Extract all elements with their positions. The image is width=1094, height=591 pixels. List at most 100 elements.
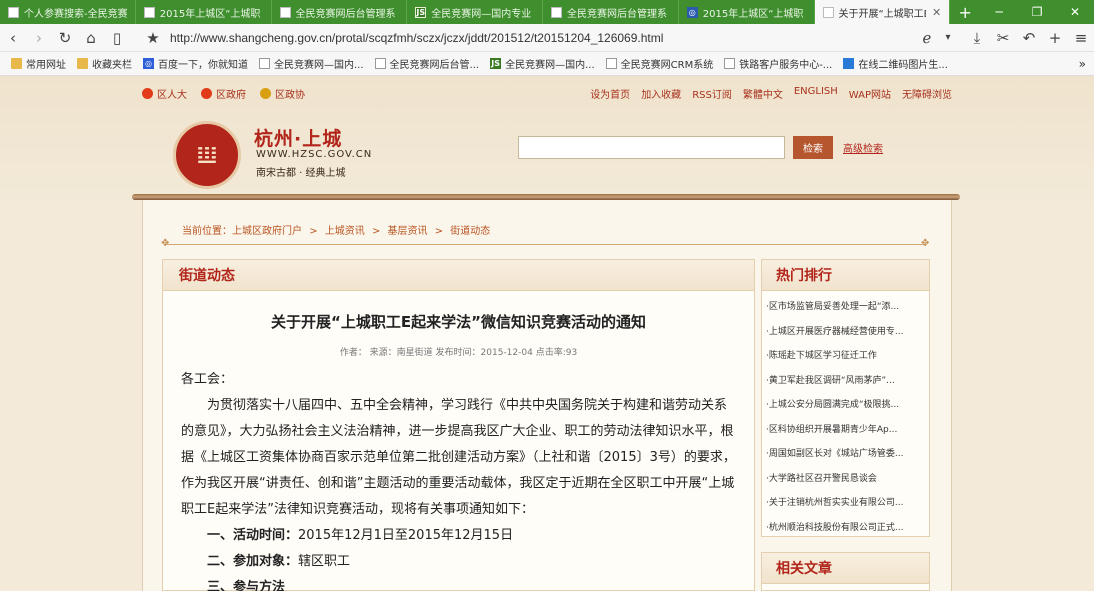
site-name: 杭州·上城: [254, 128, 343, 150]
breadcrumb: 当前位置：上城区政府门户 > 上城资讯 > 基层资讯 > 街道动态: [182, 222, 494, 237]
forward-icon[interactable]: ›: [26, 25, 52, 51]
link-district-cppcc[interactable]: 区政协: [260, 86, 305, 101]
page-icon: [724, 58, 736, 69]
browser-tab[interactable]: 个人参赛搜索-全民竞赛: [0, 0, 136, 24]
article-title: 关于开展“上城职工E起来学法”微信知识竞赛活动的通知: [271, 313, 646, 331]
hot-item[interactable]: ·大学路社区召开警民恳谈会: [766, 467, 929, 492]
link-district-congress[interactable]: 区人大: [142, 86, 187, 101]
list-item: 二、参加对象：辖区职工: [207, 554, 351, 569]
baidu-icon: ◎: [143, 58, 154, 69]
traditional-chinese-link[interactable]: 繁體中文: [743, 86, 783, 101]
tab-bar: 个人参赛搜索-全民竞赛 2015年上城区“上城职 全民竞赛网后台管理系 JS 全民…: [0, 0, 1094, 24]
address-bar[interactable]: http://www.shangcheng.gov.cn/protal/scqz…: [170, 31, 914, 45]
breadcrumb-home[interactable]: 当前位置：上城区政府门户: [182, 226, 302, 237]
set-homepage-link[interactable]: 设为首页: [590, 86, 630, 101]
more-bookmarks-icon[interactable]: »: [1079, 57, 1086, 71]
bookmark-item[interactable]: ◎ 百度一下，你就知道: [143, 56, 248, 71]
js-favicon-icon: JS: [490, 58, 502, 69]
emblem-icon: [142, 88, 153, 99]
browser-tab[interactable]: ◎ 2015年上城区“上城职: [679, 0, 815, 24]
hot-item[interactable]: ·陈瑶赴下城区学习征迁工作: [766, 344, 929, 369]
bookmarks-bar: 常用网址 收藏夹栏 ◎ 百度一下，你就知道 全民竞赛网—国内... 全民竞赛网后台…: [0, 52, 1094, 76]
bookmark-item[interactable]: 在线二维码图片生...: [843, 56, 948, 71]
article-body: 各工会： 为贯彻落实十八届四中、五中全会精神，学习践行《中共中央国务院关于构建和…: [163, 367, 754, 591]
bookmark-item[interactable]: 铁路客户服务中心-...: [724, 56, 832, 71]
breadcrumb-grassroots[interactable]: 基层资讯: [388, 226, 428, 237]
hot-item[interactable]: ·区市场监管局妥善处理一起“添...: [766, 295, 929, 320]
web-page: 区人大 区政府 区政协 设为首页 加入收藏 RSS订阅 繁體中文 ENGLISH…: [0, 76, 1094, 591]
home-icon[interactable]: ⌂: [78, 25, 104, 51]
hot-item[interactable]: ·黄卫军赴我区调研“风雨茅庐”...: [766, 369, 929, 394]
accessibility-link[interactable]: 无障碍浏览: [902, 86, 952, 101]
search-input[interactable]: [518, 136, 785, 159]
gov-favicon-icon: ◎: [686, 6, 698, 18]
hot-item[interactable]: ·上城区开展医疗器械经营使用专...: [766, 320, 929, 345]
article-meta: 作者： 来源：南星街道 发布时间：2015-12-04 点击率:93: [339, 348, 578, 358]
close-window-icon[interactable]: ✕: [1056, 0, 1094, 24]
browser-tab[interactable]: 全民竞赛网后台管理系: [543, 0, 679, 24]
site-url: WWW.HZSC.GOV.CN: [256, 149, 373, 160]
page-icon: [8, 6, 19, 18]
related-articles-title: 相关文章: [762, 553, 929, 584]
compat-icon[interactable]: ℯ: [914, 25, 940, 51]
close-tab-icon[interactable]: ✕: [932, 6, 941, 19]
add-favorite-link[interactable]: 加入收藏: [641, 86, 681, 101]
bookmark-item[interactable]: 全民竞赛网CRM系统: [605, 56, 713, 71]
breadcrumb-separator: >: [309, 226, 318, 237]
ornament-icon: ✥: [921, 238, 930, 249]
reading-view-icon[interactable]: ▯: [104, 25, 130, 51]
page-icon: [259, 58, 270, 69]
download-icon[interactable]: ⤓: [964, 25, 990, 51]
hot-item[interactable]: ·上城公安分局圆满完成“极限挑...: [766, 393, 929, 418]
list-item: 一、活动时间：2015年12月1日至2015年12月15日: [207, 528, 514, 543]
site-slogan: 南宋古都 · 经典上城: [256, 168, 346, 179]
link-district-government[interactable]: 区政府: [201, 86, 246, 101]
site-logo[interactable]: 𝍔: [173, 121, 241, 189]
minimize-icon[interactable]: ─: [980, 0, 1018, 24]
hot-item[interactable]: ·杭州顺治科技股份有限公司正式...: [766, 516, 929, 541]
cut-icon[interactable]: ✂: [990, 25, 1016, 51]
page-icon: [551, 6, 562, 18]
bookmark-item[interactable]: JS 全民竞赛网—国内...: [490, 56, 595, 71]
bookmark-item[interactable]: 全民竞赛网后台管...: [374, 56, 479, 71]
search-button[interactable]: 检索: [793, 136, 833, 159]
english-link[interactable]: ENGLISH: [794, 86, 838, 101]
new-tab-button[interactable]: +: [950, 0, 980, 24]
add-icon[interactable]: +: [1042, 25, 1068, 51]
advanced-search-link[interactable]: 高级检索: [843, 140, 883, 155]
favorite-star-icon[interactable]: ★: [140, 25, 166, 51]
hot-item[interactable]: ·关于注销杭州哲实实业有限公司...: [766, 491, 929, 516]
refresh-icon[interactable]: ↻: [52, 25, 78, 51]
breadcrumb-separator: >: [371, 226, 381, 237]
page-icon: [143, 6, 155, 18]
bookmark-item[interactable]: 收藏夹栏: [77, 56, 132, 71]
dropdown-icon[interactable]: ▾: [940, 25, 956, 51]
browser-tab[interactable]: JS 全民竞赛网—国内专业: [407, 0, 543, 24]
navigation-bar: ‹ › ↻ ⌂ ▯ ★ http://www.shangcheng.gov.cn…: [0, 24, 1094, 52]
page-icon: [605, 58, 617, 69]
menu-icon[interactable]: ≡: [1068, 25, 1094, 51]
paragraph: 为贯彻落实十八届四中、五中全会精神，学习践行《中共中央国务院关于构建和谐劳动关系…: [181, 398, 736, 517]
wap-link[interactable]: WAP网站: [849, 86, 891, 101]
breadcrumb-street[interactable]: 街道动态: [450, 226, 490, 237]
salutation: 各工会：: [181, 372, 234, 387]
breadcrumb-news[interactable]: 上城资讯: [325, 226, 365, 237]
page-icon: [279, 6, 291, 18]
back-icon[interactable]: ‹: [0, 25, 26, 51]
qr-site-icon: [843, 58, 855, 69]
browser-tab[interactable]: 2015年上城区“上城职: [136, 0, 272, 24]
rss-link[interactable]: RSS订阅: [692, 86, 732, 101]
hot-ranking-title: 热门排行: [762, 260, 929, 291]
article-panel: 街道动态 关于开展“上城职工E起来学法”微信知识竞赛活动的通知 作者： 来源：南…: [162, 259, 755, 591]
hot-item[interactable]: ·区科协组织开展暑期青少年Ap...: [766, 418, 929, 443]
browser-tab-active[interactable]: 关于开展“上城职工E ✕: [814, 0, 951, 24]
hot-item[interactable]: ·周国如副区长对《城站广场管委...: [766, 442, 929, 467]
restore-icon[interactable]: ❐: [1018, 0, 1056, 24]
browser-tab[interactable]: 全民竞赛网后台管理系: [272, 0, 408, 24]
bookmark-item[interactable]: 常用网址: [11, 56, 66, 71]
emblem-icon: [201, 88, 212, 99]
ornamental-divider: [166, 244, 926, 245]
undo-icon[interactable]: ↶: [1016, 25, 1042, 51]
hot-ranking-panel: 热门排行 ·区市场监管局妥善处理一起“添... ·上城区开展医疗器械经营使用专.…: [761, 259, 930, 537]
bookmark-item[interactable]: 全民竞赛网—国内...: [259, 56, 364, 71]
